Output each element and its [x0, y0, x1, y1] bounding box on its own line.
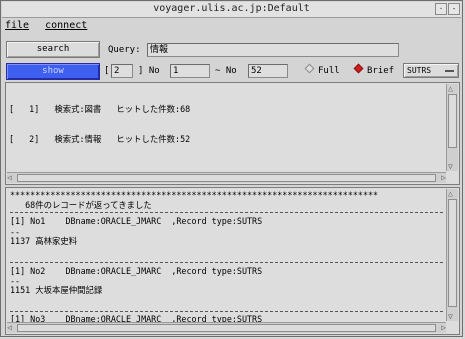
brief-radio[interactable]: Brief: [353, 63, 394, 78]
record-header: [1] No2 DBname:ORACLE_JMARC ,Record type…: [10, 266, 263, 276]
divider: [10, 262, 443, 263]
title-bar: voyager.ulis.ac.jp:Default · -: [2, 2, 461, 18]
separator-stars: ****************************************…: [10, 190, 379, 200]
scroll-left-icon[interactable]: ◁: [7, 173, 12, 182]
query-input[interactable]: 情報: [147, 43, 399, 57]
full-radio[interactable]: Full: [304, 63, 340, 78]
result-count-message: 68件のレコードが返ってきました: [10, 200, 152, 210]
menu-file[interactable]: file: [5, 20, 29, 31]
scroll-thumb[interactable]: [17, 324, 436, 332]
radio-off-icon: [304, 63, 315, 74]
record-format-select[interactable]: SUTRS: [403, 63, 459, 78]
scroll-up-icon[interactable]: △: [448, 189, 453, 198]
query-label: Query:: [108, 45, 141, 55]
results-vertical-scrollbar[interactable]: △ ▽: [446, 189, 458, 321]
no-from-label: ] No: [138, 66, 160, 76]
show-button[interactable]: show: [6, 63, 100, 80]
divider: [10, 311, 443, 312]
window-title: voyager.ulis.ac.jp:Default: [153, 3, 310, 14]
scroll-right-icon[interactable]: ▷: [441, 173, 446, 182]
option-menu-icon: [445, 70, 454, 72]
search-button[interactable]: search: [6, 41, 100, 58]
history-vertical-scrollbar[interactable]: △ ▽: [446, 84, 458, 171]
results-pane[interactable]: ****************************************…: [5, 187, 460, 335]
close-icon[interactable]: -: [448, 3, 460, 15]
scroll-up-icon[interactable]: △: [448, 84, 453, 93]
record-header: [1] No1 DBname:ORACLE_JMARC ,Record type…: [10, 216, 263, 226]
results-horizontal-scrollbar[interactable]: ◁ ▷: [7, 322, 446, 333]
history-list: [ 1] 検索式:図書 ヒットした件数:68 [ 2] 検索式:情報 ヒットした…: [9, 84, 443, 164]
menu-connect[interactable]: connect: [45, 20, 87, 31]
history-item[interactable]: [ 2] 検索式:情報 ヒットした件数:52: [9, 134, 443, 144]
no-from-input[interactable]: 1: [170, 64, 210, 78]
scroll-right-icon[interactable]: ▷: [441, 323, 446, 332]
minimize-button[interactable]: ·: [435, 3, 447, 15]
history-horizontal-scrollbar[interactable]: ◁ ▷: [7, 172, 446, 183]
scroll-thumb[interactable]: [448, 94, 457, 148]
set-open-bracket: [: [104, 66, 110, 76]
record-body: 1151 大坂本屋仲間記録: [10, 285, 103, 295]
history-item[interactable]: [ 1] 検索式:図書 ヒットした件数:68: [9, 104, 443, 114]
radio-on-icon: [353, 63, 364, 74]
app-window: voyager.ulis.ac.jp:Default · - file conn…: [0, 0, 463, 337]
scroll-thumb[interactable]: [17, 174, 436, 182]
divider: [10, 212, 443, 213]
no-to-input[interactable]: 52: [248, 64, 288, 78]
record-body: 1137 高林家史料: [10, 236, 78, 246]
scroll-down-icon[interactable]: ▽: [448, 312, 453, 321]
no-to-label: ~ No: [215, 66, 237, 76]
set-number-input[interactable]: 2: [111, 64, 133, 78]
scroll-thumb[interactable]: [448, 199, 457, 307]
scroll-down-icon[interactable]: ▽: [448, 162, 453, 171]
menu-bar: file connect: [5, 20, 97, 34]
scroll-left-icon[interactable]: ◁: [7, 323, 12, 332]
history-pane[interactable]: [ 1] 検索式:図書 ヒットした件数:68 [ 2] 検索式:情報 ヒットした…: [5, 82, 460, 185]
